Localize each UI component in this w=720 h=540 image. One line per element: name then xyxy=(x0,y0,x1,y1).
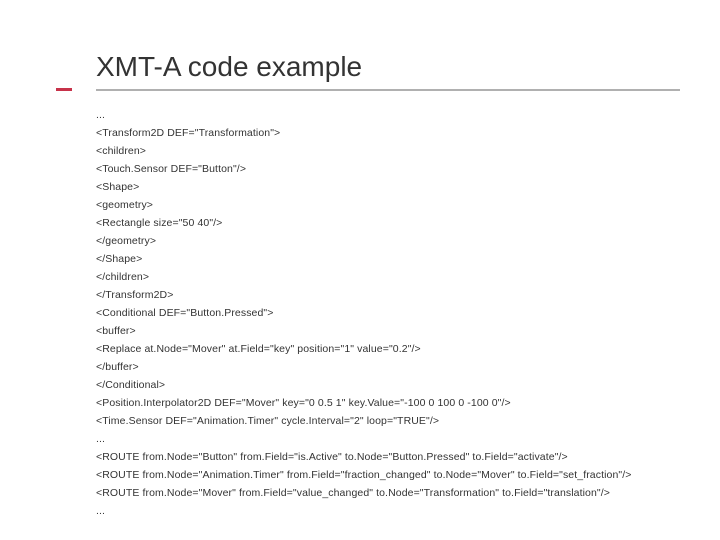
code-line: </buffer> xyxy=(96,358,706,376)
code-line: ... xyxy=(96,430,706,448)
accent-bar xyxy=(56,88,72,91)
code-line: <ROUTE from.Node="Button" from.Field="is… xyxy=(96,448,706,466)
code-line: <Touch.Sensor DEF="Button"/> xyxy=(96,160,706,178)
code-block: ...<Transform2D DEF="Transformation"><ch… xyxy=(96,106,706,530)
code-line: <Time.Sensor DEF="Animation.Timer" cycle… xyxy=(96,412,706,430)
slide: XMT-A code example ...<Transform2D DEF="… xyxy=(0,0,720,540)
code-line: <Shape> xyxy=(96,178,706,196)
code-line: </Shape> xyxy=(96,250,706,268)
code-line: <geometry> xyxy=(96,196,706,214)
code-line: <ROUTE from.Node="Mover" from.Field="val… xyxy=(96,484,706,502)
code-line: ... xyxy=(96,106,706,124)
code-line: <Rectangle size="50 40"/> xyxy=(96,214,706,232)
code-line: </geometry> xyxy=(96,232,706,250)
code-line: <children> xyxy=(96,142,706,160)
page-title: XMT-A code example xyxy=(96,52,680,83)
code-line: <buffer> xyxy=(96,322,706,340)
code-line: <Replace at.Node="Mover" at.Field="key" … xyxy=(96,340,706,358)
code-line: <ROUTE from.Node="Animation.Timer" from.… xyxy=(96,466,706,484)
title-underline xyxy=(96,89,680,91)
code-line: </Transform2D> xyxy=(96,286,706,304)
code-line: <Position.Interpolator2D DEF="Mover" key… xyxy=(96,394,706,412)
code-line: <Transform2D DEF="Transformation"> xyxy=(96,124,706,142)
code-line: <Conditional DEF="Button.Pressed"> xyxy=(96,304,706,322)
code-line: </Conditional> xyxy=(96,376,706,394)
code-line: ... xyxy=(96,502,706,520)
title-container: XMT-A code example xyxy=(96,52,680,91)
code-line: </children> xyxy=(96,268,706,286)
